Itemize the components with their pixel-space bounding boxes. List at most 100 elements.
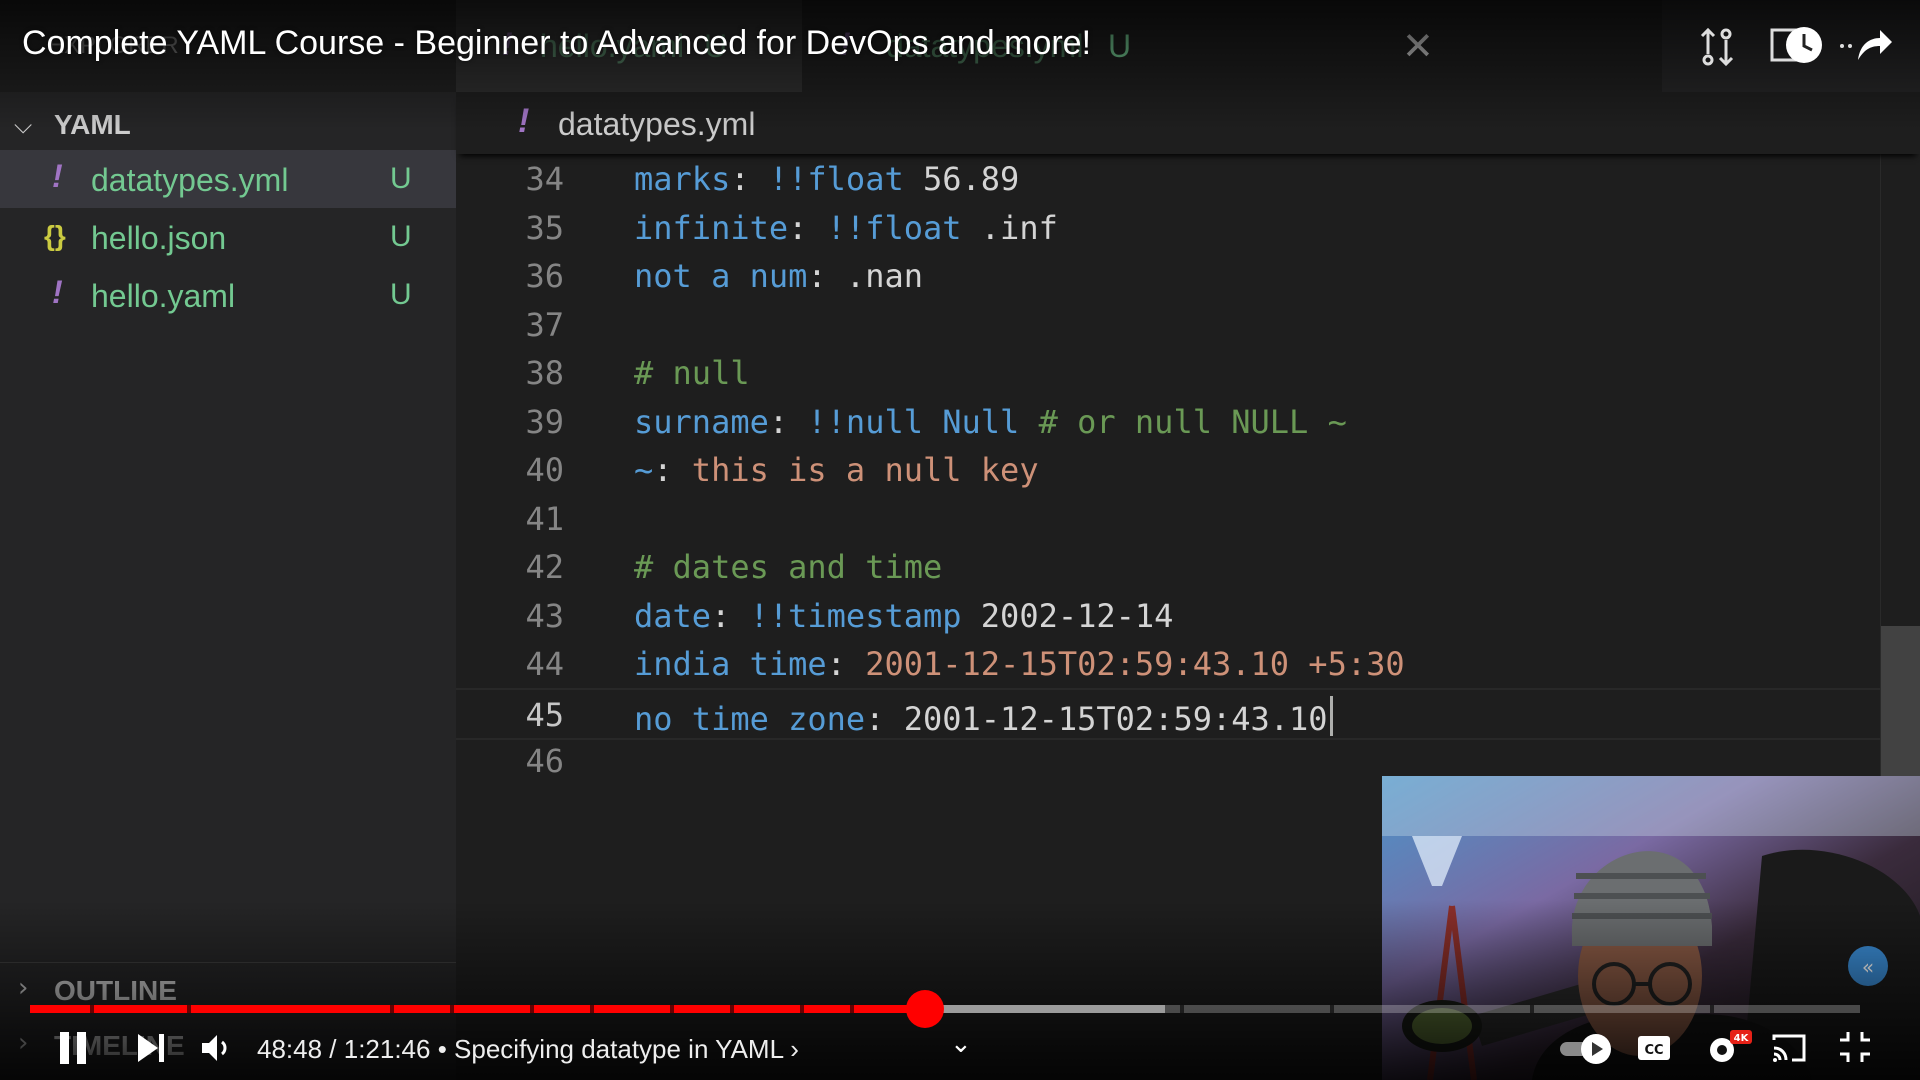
- yaml-file-icon: !: [52, 274, 63, 310]
- settings-icon[interactable]: 4K: [1706, 1028, 1754, 1073]
- code-token: india time: [634, 645, 827, 683]
- code-token: :: [768, 402, 808, 441]
- code-line[interactable]: 37: [456, 300, 1880, 348]
- volume-icon[interactable]: [198, 1030, 234, 1071]
- explorer-sidebar: EXPLORER ⌵ YAML ! datatypes.yml U {} hel…: [0, 0, 456, 1080]
- code-text: india time: 2001-12-15T02:59:43.10 +5:30: [634, 645, 1405, 683]
- untracked-badge: U: [390, 162, 412, 195]
- line-number: 39: [525, 402, 564, 441]
- code-token: .nan: [845, 257, 923, 295]
- line-number: 45: [525, 695, 564, 734]
- chevron-right-icon: ›: [18, 973, 29, 1003]
- code-line[interactable]: 34 marks: !!float 56.89: [456, 154, 1880, 202]
- code-token: !!null: [807, 402, 923, 441]
- svg-text:«: «: [1862, 955, 1874, 979]
- code-line[interactable]: 39 surname: !!null Null # or null NULL ~: [456, 397, 1880, 445]
- autoplay-toggle-icon[interactable]: [1558, 1032, 1620, 1071]
- code-token: 2002-12-14: [961, 596, 1174, 635]
- code-text: no time zone: 2001-12-15T02:59:43.10: [634, 695, 1333, 738]
- line-number: 44: [525, 645, 564, 683]
- code-token: surname: [634, 402, 769, 441]
- code-token: date: [634, 596, 712, 635]
- code-line[interactable]: 45 no time zone: 2001-12-15T02:59:43.10: [456, 687, 1880, 740]
- code-token: # or null NULL ~: [1019, 402, 1347, 441]
- code-token: !!float: [768, 160, 904, 198]
- line-number: 46: [525, 742, 564, 780]
- chapter-marker: [1530, 1005, 1534, 1013]
- breadcrumb-file[interactable]: datatypes.yml: [558, 106, 755, 143]
- line-number: 42: [525, 548, 564, 586]
- chapter-marker: [390, 1005, 394, 1013]
- line-number: 35: [525, 208, 564, 247]
- code-token: :: [807, 257, 846, 295]
- progress-bar[interactable]: [30, 990, 1860, 1028]
- share-icon[interactable]: [1838, 22, 1894, 72]
- info-icon[interactable]: [1694, 24, 1740, 74]
- code-token: !!timestamp: [749, 596, 962, 635]
- line-number: 36: [525, 257, 564, 295]
- code-text: marks: !!float 56.89: [634, 160, 1019, 198]
- time-display[interactable]: 48:48 / 1:21:46 • Specifying datatype in…: [257, 1034, 799, 1065]
- svg-text:CC: CC: [1644, 1043, 1663, 1058]
- code-token: 2001-12-15T02:59:43.10 +5:30: [865, 645, 1405, 683]
- editor-scrollbar[interactable]: [1881, 626, 1920, 776]
- code-line[interactable]: 38 # null: [456, 348, 1880, 396]
- code-line[interactable]: 40 ~: this is a null key: [456, 445, 1880, 493]
- line-number: 34: [525, 160, 564, 198]
- code-token: infinite: [634, 208, 789, 247]
- file-name: hello.json: [91, 220, 227, 256]
- line-number: 43: [525, 596, 564, 635]
- code-token: !!float: [826, 208, 962, 247]
- code-line[interactable]: 42 # dates and time: [456, 542, 1880, 590]
- line-number: 38: [525, 354, 564, 392]
- code-token: .inf: [961, 208, 1058, 247]
- code-token: :: [730, 160, 769, 198]
- close-icon[interactable]: ✕: [1402, 24, 1434, 69]
- code-line[interactable]: 36 not a num: .nan: [456, 251, 1880, 299]
- exit-fullscreen-icon[interactable]: [1838, 1030, 1872, 1069]
- untracked-badge: U: [390, 220, 412, 253]
- code-token: :: [711, 596, 750, 635]
- code-line[interactable]: 41: [456, 494, 1880, 542]
- file-item-datatypes[interactable]: ! datatypes.yml U: [0, 150, 456, 208]
- code-text: ~: this is a null key: [634, 451, 1039, 489]
- chapter-marker: [730, 1005, 734, 1013]
- code-token: 2001-12-15T02:59:43.10: [903, 699, 1328, 738]
- code-text: not a num: .nan: [634, 257, 923, 295]
- file-item-hello-json[interactable]: {} hello.json U: [0, 208, 456, 266]
- yaml-file-icon: !: [52, 158, 63, 194]
- code-token: :: [788, 208, 827, 247]
- chapter-marker: [90, 1005, 94, 1013]
- cast-icon[interactable]: [1770, 1030, 1808, 1071]
- chapter-marker: [1180, 1005, 1184, 1013]
- code-line[interactable]: 43 date: !!timestamp 2002-12-14: [456, 591, 1880, 639]
- file-item-hello-yaml[interactable]: ! hello.yaml U: [0, 266, 456, 324]
- code-line[interactable]: 44 india time: 2001-12-15T02:59:43.10 +5:…: [456, 639, 1880, 687]
- code-text: surname: !!null Null # or null NULL ~: [634, 403, 1347, 441]
- line-number: 41: [525, 499, 564, 538]
- folder-section-yaml[interactable]: ⌵ YAML: [0, 101, 456, 147]
- chevron-down-icon[interactable]: ⌄: [950, 1028, 972, 1059]
- code-token: # null: [634, 354, 750, 392]
- code-line[interactable]: 35 infinite: !!float .inf: [456, 203, 1880, 251]
- next-icon[interactable]: [134, 1030, 168, 1071]
- chapter-marker: [800, 1005, 804, 1013]
- code-token: :: [653, 451, 692, 489]
- code-token: Null: [922, 402, 1020, 441]
- untracked-badge: U: [390, 278, 412, 311]
- code-token: this is a null key: [691, 451, 1039, 489]
- watch-later-icon[interactable]: [1770, 22, 1826, 72]
- code-token: 56.89: [903, 160, 1020, 198]
- video-title[interactable]: Complete YAML Course - Beginner to Advan…: [22, 24, 1091, 63]
- code-text: date: !!timestamp 2002-12-14: [634, 597, 1173, 635]
- cc-icon[interactable]: CC: [1636, 1032, 1672, 1069]
- pause-icon[interactable]: [56, 1030, 90, 1071]
- code-token: not a num: [634, 257, 808, 295]
- progress-played: [30, 1005, 925, 1013]
- code-token: :: [826, 645, 866, 683]
- chapter-marker: [670, 1005, 674, 1013]
- chapter-marker: [590, 1005, 594, 1013]
- outline-label: OUTLINE: [54, 975, 177, 1006]
- line-number: 40: [525, 451, 564, 489]
- chapter-marker: [450, 1005, 454, 1013]
